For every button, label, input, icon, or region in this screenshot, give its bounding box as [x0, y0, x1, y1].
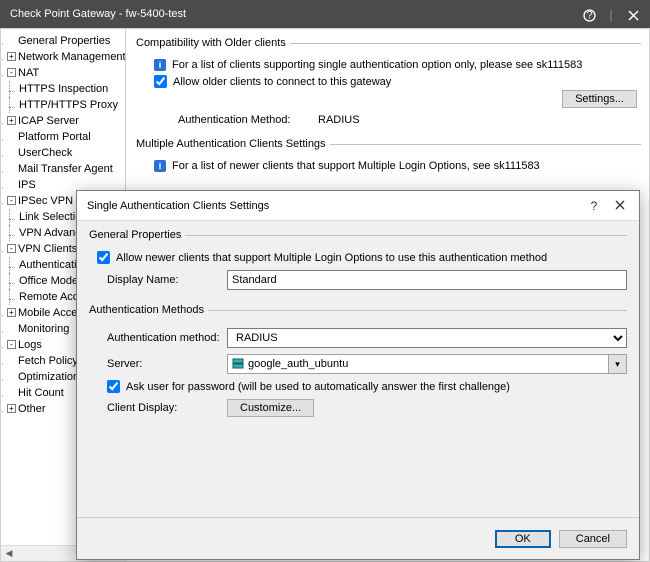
settings-button[interactable]: Settings... [562, 90, 637, 108]
titlebar: Check Point Gateway - fw-5400-test ? | [0, 0, 650, 28]
expand-icon[interactable]: - [7, 340, 16, 349]
allow-newer-row: Allow newer clients that support Multipl… [97, 251, 627, 264]
dlg-general-legend: General Properties [89, 229, 185, 241]
close-icon[interactable] [622, 7, 644, 22]
expand-icon[interactable]: + [7, 116, 16, 125]
tree-item[interactable]: VPN Clients [18, 243, 77, 255]
server-row: Server: google_auth_ubuntu ▾ [107, 354, 627, 374]
server-icon [232, 358, 244, 370]
server-label: Server: [107, 358, 227, 370]
display-name-label: Display Name: [107, 274, 227, 286]
tree-item[interactable]: Mail Transfer Agent [18, 163, 113, 175]
dialog-body: General Properties Allow newer clients t… [77, 221, 639, 517]
server-select[interactable]: google_auth_ubuntu [227, 354, 609, 374]
divider-icon: | [600, 7, 622, 22]
tree-item[interactable]: NAT [18, 67, 39, 79]
tree-item[interactable]: Platform Portal [18, 131, 91, 143]
allow-newer-label: Allow newer clients that support Multipl… [116, 252, 547, 264]
dlg-auth-section: Authentication Methods Authentication me… [89, 304, 627, 423]
tree-item[interactable]: Monitoring [18, 323, 69, 335]
allow-older-checkbox[interactable] [154, 75, 167, 88]
tree-item[interactable]: Network Management [18, 51, 126, 63]
ask-pw-row: Ask user for password (will be used to a… [107, 380, 627, 393]
client-display-label: Client Display: [107, 402, 227, 414]
client-display-row: Client Display: Customize... [107, 399, 627, 417]
auth-method-row: Authentication Method: RADIUS [178, 114, 641, 126]
compat-section: Compatibility with Older clients i For a… [136, 37, 641, 128]
scroll-left-icon[interactable]: ◀ [1, 548, 17, 559]
dialog-help-icon[interactable]: ? [581, 199, 607, 213]
cancel-button[interactable]: Cancel [559, 530, 627, 548]
info-icon: i [154, 160, 166, 172]
dialog-titlebar: Single Authentication Clients Settings ? [77, 191, 639, 221]
dialog-close-icon[interactable] [607, 199, 633, 213]
multi-info: i For a list of newer clients that suppo… [154, 160, 641, 172]
multi-legend: Multiple Authentication Clients Settings [136, 138, 330, 150]
allow-older-row: Allow older clients to connect to this g… [154, 75, 641, 88]
help-icon[interactable]: ? [578, 6, 600, 21]
display-name-row: Display Name: [107, 270, 627, 290]
display-name-input[interactable] [227, 270, 627, 290]
tree-item[interactable]: HTTPS Inspection [19, 83, 108, 95]
compat-info-text: For a list of clients supporting single … [172, 59, 582, 71]
auth-method-select[interactable]: RADIUS [227, 328, 627, 348]
expand-icon[interactable]: - [7, 244, 16, 253]
chevron-down-icon[interactable]: ▾ [609, 354, 627, 374]
customize-button[interactable]: Customize... [227, 399, 314, 417]
expand-icon[interactable]: + [7, 52, 16, 61]
tree-item[interactable]: Logs [18, 339, 42, 351]
tree-item[interactable]: ICAP Server [18, 115, 79, 127]
multi-section: Multiple Authentication Clients Settings… [136, 138, 641, 176]
multi-info-text: For a list of newer clients that support… [172, 160, 540, 172]
ask-pw-label: Ask user for password (will be used to a… [126, 381, 510, 393]
auth-method-value: RADIUS [318, 114, 360, 126]
allow-older-label: Allow older clients to connect to this g… [173, 76, 391, 88]
tree-item[interactable]: Hit Count [18, 387, 64, 399]
allow-newer-checkbox[interactable] [97, 251, 110, 264]
tree-item[interactable]: IPS [18, 179, 36, 191]
tree-item[interactable]: UserCheck [18, 147, 72, 159]
dlg-auth-legend: Authentication Methods [89, 304, 208, 316]
tree-item[interactable]: Other [18, 403, 46, 415]
info-icon: i [154, 59, 166, 71]
expand-icon[interactable]: - [7, 196, 16, 205]
expand-icon[interactable]: + [7, 308, 16, 317]
tree-item[interactable]: HTTP/HTTPS Proxy [19, 99, 118, 111]
compat-legend: Compatibility with Older clients [136, 37, 290, 49]
ok-button[interactable]: OK [495, 530, 551, 548]
dialog-title: Single Authentication Clients Settings [87, 200, 269, 212]
server-value: google_auth_ubuntu [248, 358, 348, 370]
auth-method-row: Authentication method: RADIUS [107, 328, 627, 348]
single-auth-dialog: Single Authentication Clients Settings ?… [76, 190, 640, 560]
dialog-footer: OK Cancel [77, 517, 639, 559]
tree-item[interactable]: Office Mode [19, 275, 78, 287]
window-title: Check Point Gateway - fw-5400-test [10, 8, 186, 20]
tree-item[interactable]: General Properties [18, 35, 110, 47]
ask-pw-checkbox[interactable] [107, 380, 120, 393]
compat-info: i For a list of clients supporting singl… [154, 59, 641, 71]
tree-item[interactable]: Fetch Policy [18, 355, 78, 367]
expand-icon[interactable]: + [7, 404, 16, 413]
svg-text:?: ? [586, 9, 592, 21]
tree-item[interactable]: Optimizations [18, 371, 85, 383]
auth-method-label: Authentication Method: [178, 114, 318, 126]
auth-method-label: Authentication method: [107, 332, 227, 344]
expand-icon[interactable]: - [7, 68, 16, 77]
tree-item[interactable]: IPSec VPN [18, 195, 73, 207]
dlg-general-section: General Properties Allow newer clients t… [89, 229, 627, 296]
